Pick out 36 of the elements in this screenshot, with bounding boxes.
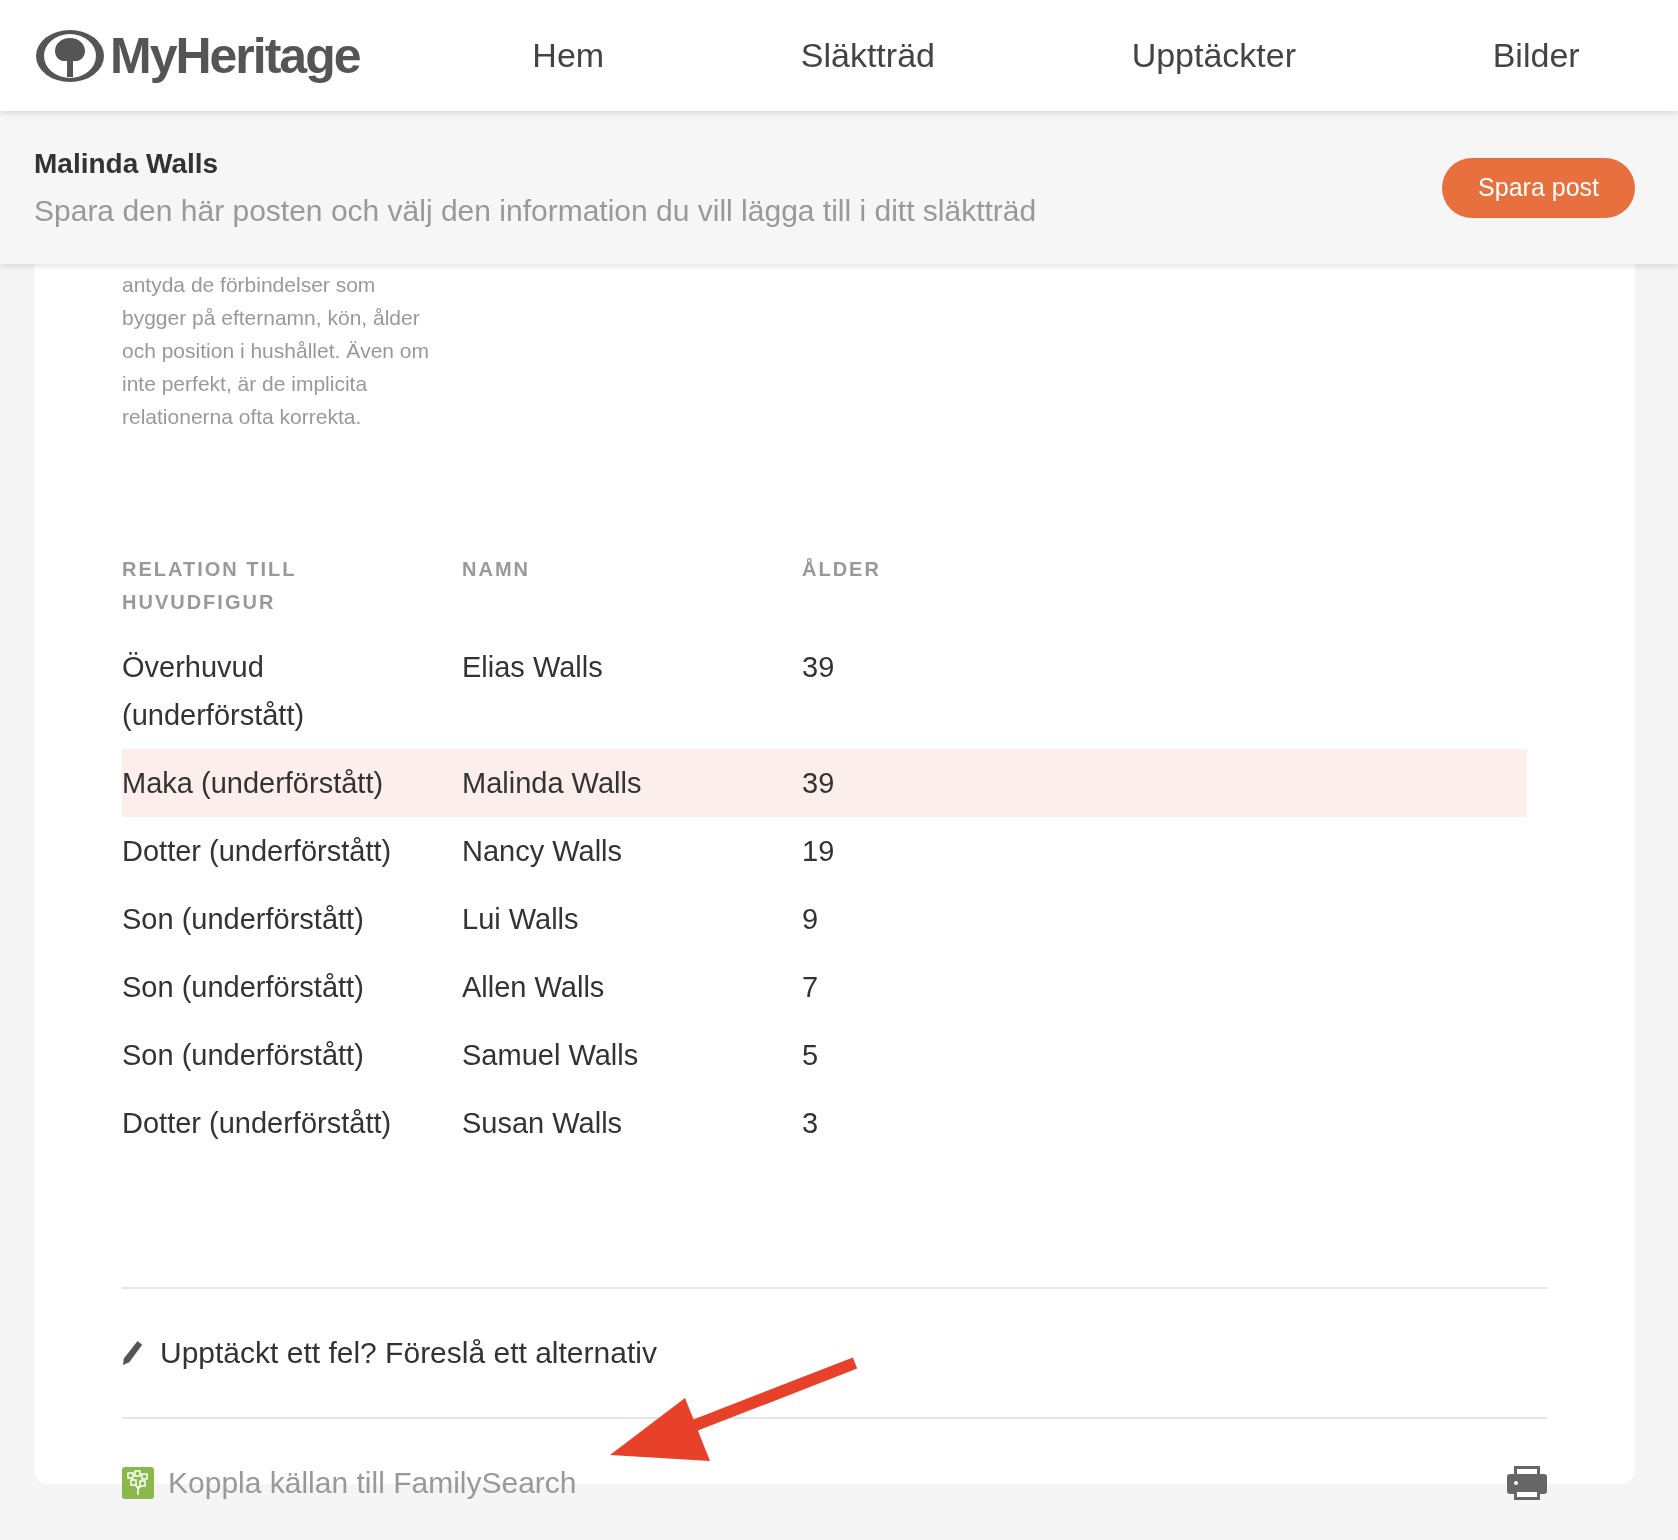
tree-logo-icon <box>34 27 106 84</box>
table-cell-text: Maka (underförstått) <box>122 766 385 801</box>
table-cell-text: 5 <box>802 1038 820 1073</box>
record-title: Malinda Walls <box>34 147 220 180</box>
table-cell-text: Samuel Walls <box>462 1038 640 1073</box>
table-cell-text: Malinda Walls <box>462 766 643 801</box>
table-cell-text: Dotter (underförstått) <box>122 1106 393 1141</box>
table-cell-text: Överhuvud (underförstått) <box>122 650 306 733</box>
nav-link[interactable]: Upptäckter <box>1131 36 1297 75</box>
table-cell-text: Elias Walls <box>462 650 604 685</box>
column-header: RELATION TILL HUVUDFIGUR <box>122 557 298 615</box>
table-cell-text: 39 <box>802 650 836 685</box>
nav-link[interactable]: Släktträd <box>800 36 935 75</box>
record-subtitle: Spara den här posten och välj den information du vill lägga till i ditt släktträd <box>34 193 1037 228</box>
table-cell-text: Allen Walls <box>462 970 606 1005</box>
table-cell-text: 19 <box>802 834 836 869</box>
table-cell-text: Lui Walls <box>462 902 580 937</box>
logo[interactable]: MyHeritage <box>34 26 374 85</box>
table-cell-text: 39 <box>802 766 836 801</box>
printer-icon[interactable] <box>1507 1466 1547 1500</box>
table-cell-text: 7 <box>802 970 820 1005</box>
table-cell-text: Son (underförstått) <box>122 970 365 1005</box>
table-cell-text: Dotter (underförstått) <box>122 834 393 869</box>
table-cell-text: 3 <box>802 1106 820 1141</box>
nav-link[interactable]: Bilder <box>1492 36 1580 75</box>
suggest-link[interactable]: Upptäckt ett fel? Föreslå ett alternativ <box>160 1336 657 1370</box>
table-cell-text: Nancy Walls <box>462 834 624 869</box>
table-cell-text: 9 <box>802 902 820 937</box>
nav-link[interactable]: Hem <box>532 36 605 75</box>
table-cell-text: Son (underförstått) <box>122 902 365 937</box>
column-header: NAMN <box>462 557 531 582</box>
column-header: ÅLDER <box>802 557 882 582</box>
table-cell-text: Susan Walls <box>462 1106 624 1141</box>
note-text: antyda de förbindelser som bygger på efternamn, kön, ålder och position i hushållet. Även om inte perfekt, är de implicita relationerna ofta korrekta. <box>122 272 430 430</box>
table-cell-text: Son (underförstått) <box>122 1038 365 1073</box>
pencil-icon <box>122 1339 144 1367</box>
